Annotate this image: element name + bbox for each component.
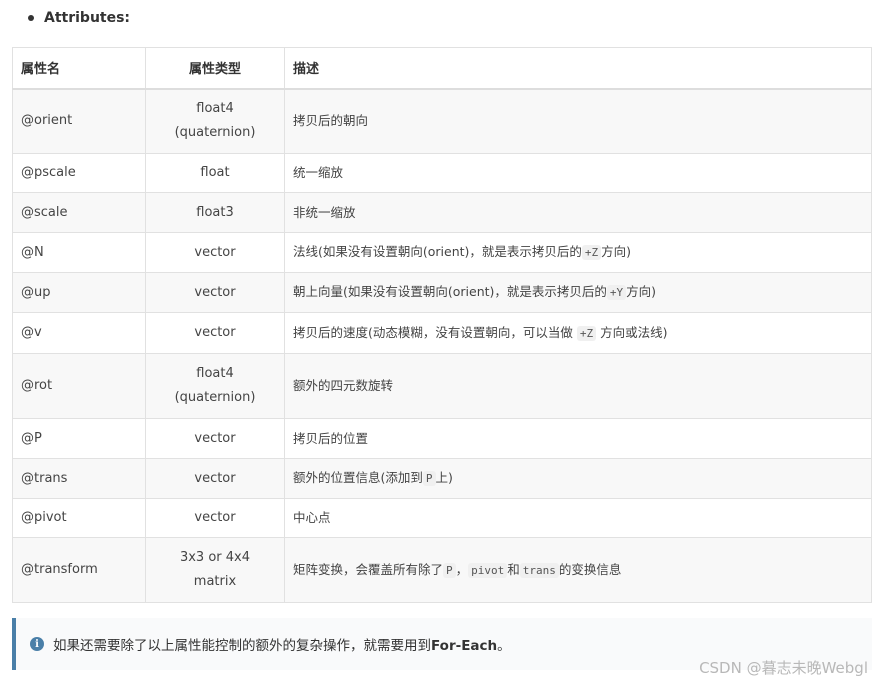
- description-text: 方向): [601, 244, 632, 259]
- attributes-table: 属性名 属性类型 描述 @orient float4 (quaternion) 拷贝后…: [12, 47, 872, 603]
- info-text-suffix: 。: [497, 638, 511, 654]
- bullet-icon: [28, 15, 34, 21]
- attributes-heading: Attributes:: [28, 8, 130, 28]
- table-row: @scale float3 非统一缩放: [12, 192, 872, 233]
- cell-attr-type: vector: [145, 272, 285, 313]
- type-line: vector: [194, 510, 236, 525]
- table-row: @pivot vector 中心点: [12, 498, 872, 538]
- info-text: 如果还需要除了以上属性能控制的额外的复杂操作，就需要用到For-Each。: [53, 634, 511, 654]
- cell-description: 法线(如果没有设置朝向(orient)，就是表示拷贝后的 +Z 方向): [284, 232, 872, 273]
- description-text: 中心点: [293, 510, 331, 525]
- table-body: @orient float4 (quaternion) 拷贝后的朝向 @pscale fl…: [12, 88, 872, 603]
- description-text: 方向或法线): [596, 324, 668, 340]
- description-text: 法线(如果没有设置朝向(orient)，就是表示拷贝后的: [293, 244, 582, 259]
- cell-description: 中心点: [284, 498, 872, 538]
- description-text: 方向): [626, 284, 657, 299]
- inline-code: pivot: [468, 562, 508, 578]
- header-desc: 描述: [284, 47, 872, 90]
- description-text: 矩阵变换，会覆盖所有除了: [293, 561, 444, 577]
- description-text: 非统一缩放: [293, 204, 356, 220]
- type-line: float4: [196, 101, 234, 117]
- cell-description: 拷贝后的速度(动态模糊，没有设置朝向，可以当做 +Z 方向或法线): [284, 312, 872, 354]
- cell-description: 统一缩放: [284, 153, 872, 193]
- description-text: 和: [507, 561, 520, 577]
- cell-attr-type: vector: [145, 418, 285, 459]
- type-line: vector: [194, 430, 236, 446]
- cell-attr-type: vector: [145, 498, 285, 538]
- info-text-strong: For-Each: [431, 638, 498, 654]
- table-row: @rot float4 (quaternion) 额外的四元数旋转: [12, 353, 872, 419]
- cell-attr-name: @pscale: [12, 153, 146, 193]
- inline-code: +Z: [581, 245, 602, 260]
- description-text: 统一缩放: [293, 165, 344, 180]
- table-header-row: 属性名 属性类型 描述: [12, 47, 872, 90]
- cell-description: 额外的四元数旋转: [284, 353, 872, 419]
- type-line: (quaternion): [174, 390, 256, 405]
- cell-attr-name: @orient: [12, 88, 146, 154]
- type-line: vector: [194, 244, 236, 260]
- cell-attr-name: @P: [12, 418, 146, 459]
- cell-attr-name: @N: [12, 232, 146, 273]
- cell-attr-name: @pivot: [12, 498, 146, 538]
- table-row: @v vector 拷贝后的速度(动态模糊，没有设置朝向，可以当做 +Z 方向或法线…: [12, 312, 872, 354]
- inline-code: P: [422, 471, 436, 486]
- description-text: ，: [455, 561, 469, 577]
- inline-code: trans: [519, 562, 559, 578]
- cell-attr-type: float3: [145, 192, 285, 233]
- type-line: float3: [196, 204, 234, 220]
- type-line: vector: [194, 325, 236, 340]
- info-icon: i: [30, 637, 44, 651]
- header-type: 属性类型: [145, 47, 285, 90]
- table-row: @N vector 法线(如果没有设置朝向(orient)，就是表示拷贝后的 +Z 方向…: [12, 232, 872, 273]
- table-row: @orient float4 (quaternion) 拷贝后的朝向: [12, 88, 872, 154]
- table-row: @pscale float 统一缩放: [12, 153, 872, 193]
- type-line: vector: [194, 470, 236, 486]
- description-text: 拷贝后的速度(动态模糊，没有设置朝向，可以当做: [293, 324, 577, 340]
- inline-code: +Y: [606, 285, 627, 300]
- type-line: matrix: [193, 574, 237, 589]
- table-row: @P vector 拷贝后的位置: [12, 418, 872, 459]
- type-line: vector: [194, 284, 236, 300]
- cell-attr-type: vector: [145, 232, 285, 273]
- description-text: 额外的位置信息(添加到: [293, 470, 423, 485]
- description-text: 拷贝后的位置: [293, 430, 369, 446]
- description-text: 拷贝后的朝向: [293, 113, 369, 129]
- cell-description: 拷贝后的朝向: [284, 88, 872, 154]
- inline-code: +Z: [576, 325, 597, 341]
- cell-attr-name: @trans: [12, 458, 146, 499]
- description-text: 上): [435, 470, 453, 485]
- type-line: float4: [196, 366, 234, 381]
- type-line: float: [200, 165, 230, 180]
- description-text: 额外的四元数旋转: [293, 378, 394, 393]
- cell-attr-type: float4 (quaternion): [145, 88, 285, 154]
- description-text: 的变换信息: [558, 561, 622, 577]
- cell-attr-name: @up: [12, 272, 146, 313]
- attributes-heading-label: Attributes:: [44, 10, 131, 26]
- cell-attr-type: vector: [145, 312, 285, 354]
- type-line: (quaternion): [174, 125, 256, 141]
- header-name: 属性名: [12, 47, 146, 90]
- cell-description: 矩阵变换，会覆盖所有除了 P， pivot 和 trans 的变换信息: [284, 537, 872, 603]
- description-text: 朝上向量(如果没有设置朝向(orient)，就是表示拷贝后的: [293, 284, 607, 299]
- type-line: 3x3 or 4x4: [179, 550, 251, 565]
- info-text-main: 如果还需要除了以上属性能控制的额外的复杂操作，就需要用到: [53, 638, 431, 654]
- cell-attr-type: float: [145, 153, 285, 193]
- table-row: @up vector 朝上向量(如果没有设置朝向(orient)，就是表示拷贝后的 +…: [12, 272, 872, 313]
- cell-attr-name: @v: [12, 312, 146, 354]
- cell-attr-name: @transform: [12, 537, 146, 603]
- table-row: @trans vector 额外的位置信息(添加到 P 上): [12, 458, 872, 499]
- cell-description: 非统一缩放: [284, 192, 872, 233]
- cell-description: 朝上向量(如果没有设置朝向(orient)，就是表示拷贝后的 +Y 方向): [284, 272, 872, 313]
- cell-attr-type: float4 (quaternion): [145, 353, 285, 419]
- watermark: CSDN @暮志未晚Webgl: [699, 659, 868, 677]
- cell-attr-name: @scale: [12, 192, 146, 233]
- cell-description: 拷贝后的位置: [284, 418, 872, 459]
- cell-attr-name: @rot: [12, 353, 146, 419]
- cell-attr-type: vector: [145, 458, 285, 499]
- cell-description: 额外的位置信息(添加到 P 上): [284, 458, 872, 499]
- inline-code: P: [443, 562, 456, 578]
- table-row: @transform 3x3 or 4x4 matrix 矩阵变换，会覆盖所有除了 P，…: [12, 537, 872, 603]
- cell-attr-type: 3x3 or 4x4 matrix: [145, 537, 285, 603]
